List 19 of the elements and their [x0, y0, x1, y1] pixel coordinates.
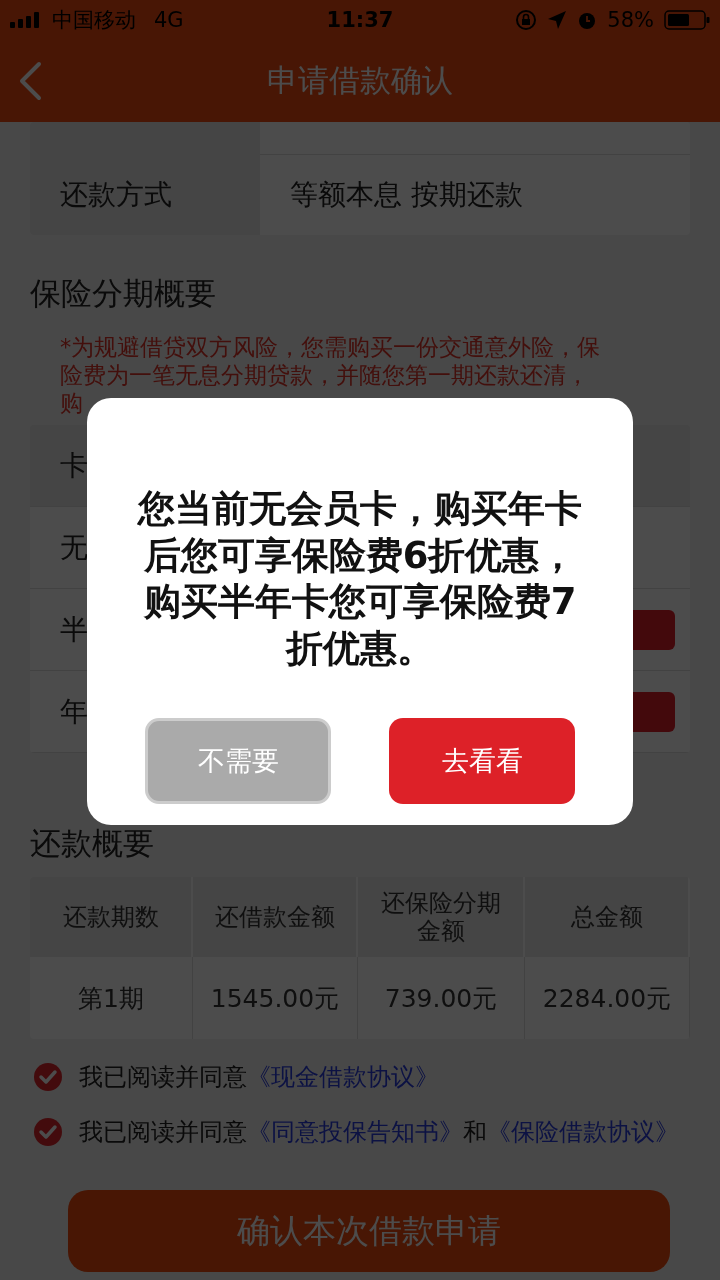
carrier-name: 中国移动 — [52, 7, 136, 34]
section-title: 保险分期概要 — [30, 274, 217, 313]
decline-button[interactable]: 不需要 — [145, 718, 331, 804]
view-button[interactable]: 去看看 — [389, 718, 575, 804]
dialog-message: 您当前无会员卡，购买年卡后您可享保险费6折优惠，购买半年卡您可享保险费7折优惠。 — [136, 486, 583, 672]
table-cell-text: 等额本息 按期还款 — [289, 177, 524, 213]
row-label: 无 — [60, 529, 88, 566]
page-title: 申请借款确认 — [267, 61, 453, 100]
agreement-text: 和 — [463, 1118, 487, 1146]
row-label: 卡 — [60, 447, 88, 484]
row-label: 半 — [60, 611, 88, 648]
agreement-text: 我已阅读并同意 — [79, 1118, 247, 1146]
network-type: 4G — [154, 8, 184, 32]
clock-time: 11:37 — [326, 8, 394, 32]
insurance-note: *为规避借贷双方风险，您需购买一份交通意外险，保 险费为一笔无息分期贷款，并随您第一期还款还清， 购 — [59, 333, 602, 417]
row-label: 年 — [60, 693, 88, 730]
section-title: 还款概要 — [30, 825, 155, 861]
agreement-text: 我已阅读并同意 — [79, 1063, 247, 1091]
battery-percentage: 58% — [607, 8, 654, 32]
